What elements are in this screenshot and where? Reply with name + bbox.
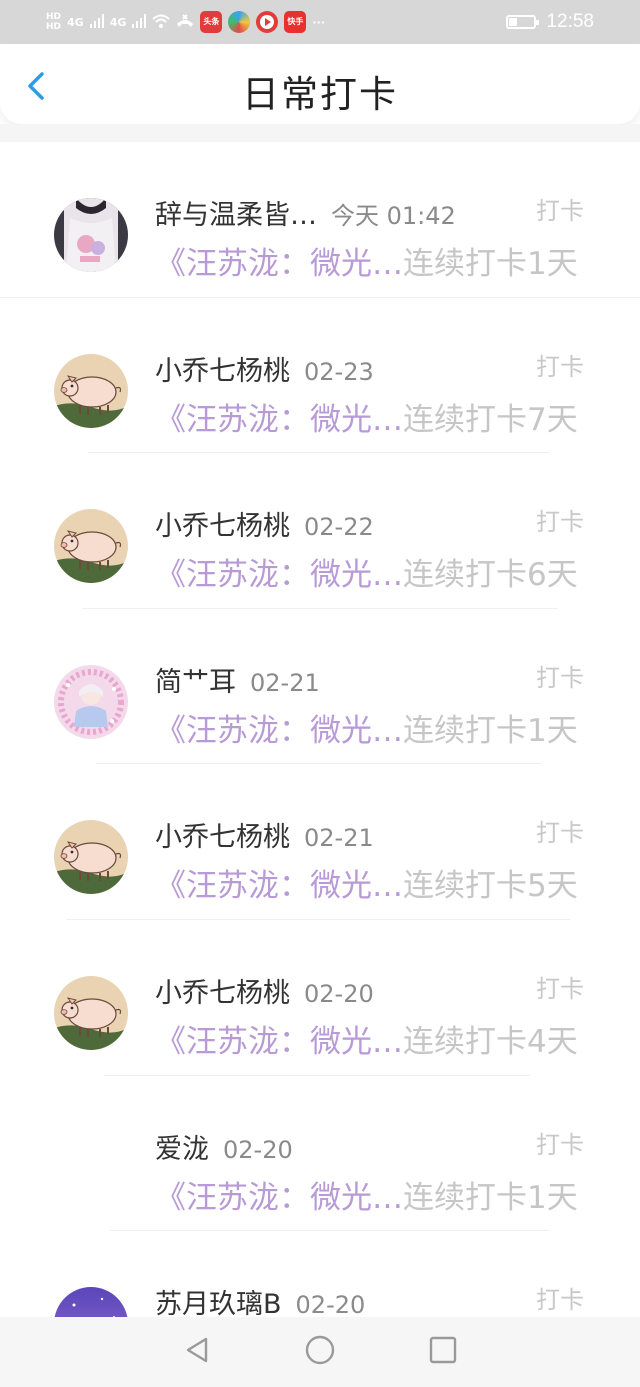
page-title: 日常打卡: [242, 73, 398, 116]
battery-level: [509, 18, 518, 26]
streak-text: 连续打卡1天: [403, 1179, 578, 1216]
avatar[interactable]: [54, 509, 128, 584]
user-name: 小乔七杨桃 02-21: [155, 815, 374, 854]
status-icons-right: 12:58: [506, 0, 594, 44]
triangle-back-icon[interactable]: [182, 1335, 212, 1369]
square-recent-icon[interactable]: [428, 1335, 458, 1369]
signal-4g-icon: 4G: [67, 15, 84, 29]
checkin-action-label[interactable]: 打卡: [536, 813, 584, 848]
checkin-action-label[interactable]: 打卡: [536, 191, 584, 226]
user-name: 简艹耳 02-21: [155, 660, 320, 699]
checkin-action-label[interactable]: 打卡: [536, 502, 584, 537]
user-name-text: 辞与温柔皆…: [155, 200, 317, 231]
list-item[interactable]: 辞与温柔皆… 今天 01:42 打卡《汪苏泷：微光…连续打卡1天: [0, 142, 640, 298]
post-time: 02-20: [295, 1291, 366, 1320]
user-name-text: 小乔七杨桃: [155, 355, 290, 387]
user-name: 爱泷 02-20: [155, 1127, 293, 1166]
book-link[interactable]: 《汪苏泷：微光…: [155, 868, 403, 904]
status-icons-left: HD HD 4G 4G 头条 快手 ···: [46, 6, 325, 38]
list-item[interactable]: 小乔七杨桃 02-22 打卡《汪苏泷：微光…连续打卡6天: [0, 453, 640, 609]
streak-text: 连续打卡1天: [403, 246, 578, 282]
list-item[interactable]: 小乔七杨桃 02-20 打卡《汪苏泷：微光…连续打卡4天: [0, 920, 640, 1076]
list-item[interactable]: 爱泷 02-20 打卡《汪苏泷：微光…连续打卡1天: [0, 1076, 640, 1232]
user-name: 小乔七杨桃 02-23: [155, 349, 374, 388]
toutiao-app-icon: 头条: [200, 11, 223, 33]
signal-bars-icon-2: [132, 13, 147, 32]
top-bar: 日常打卡: [0, 44, 640, 124]
checkin-detail: 《汪苏泷：微光…连续打卡6天: [155, 549, 578, 594]
checkin-action-label[interactable]: 打卡: [536, 658, 584, 693]
clock: 12:58: [546, 11, 594, 32]
user-name-text: 小乔七杨桃: [155, 511, 290, 543]
signal-bars-icon: [89, 13, 104, 32]
post-time: 02-20: [304, 979, 374, 1008]
avatar[interactable]: [54, 198, 128, 272]
browser-app-icon: [228, 11, 251, 33]
checkin-detail: 《汪苏泷：微光…连续打卡1天: [155, 705, 578, 750]
checkin-action-label[interactable]: 打卡: [536, 1125, 584, 1160]
user-name-text: 苏月玖璃B: [155, 1289, 282, 1321]
checkin-action-label[interactable]: 打卡: [536, 1280, 584, 1315]
list-item[interactable]: 小乔七杨桃 02-21 打卡《汪苏泷：微光…连续打卡5天: [0, 764, 640, 920]
user-name-text: 爱泷: [155, 1133, 209, 1165]
kuaishou-app-icon: 快手: [284, 11, 307, 33]
checkin-detail: 《汪苏泷：微光…连续打卡4天: [155, 1016, 578, 1061]
user-name: 苏月玖璃B 02-20: [155, 1282, 365, 1321]
streak-text: 连续打卡4天: [403, 1023, 578, 1060]
avatar[interactable]: [54, 1132, 128, 1206]
status-bar: HD HD 4G 4G 头条 快手 ··· 12:58: [0, 0, 640, 44]
wifi-icon: [152, 13, 171, 32]
streak-text: 连续打卡5天: [403, 868, 578, 905]
book-link[interactable]: 《汪苏泷：微光…: [155, 713, 403, 749]
book-link[interactable]: 《汪苏泷：微光…: [155, 1180, 403, 1216]
user-name: 小乔七杨桃 02-22: [155, 504, 374, 543]
avatar[interactable]: [54, 353, 128, 428]
checkin-detail: 《汪苏泷：微光…连续打卡7天: [155, 394, 578, 439]
missed-call-icon: [176, 13, 194, 32]
checkin-list: 辞与温柔皆… 今天 01:42 打卡 《汪苏泷：微光…连续打卡1天 小乔七杨桃 02-23…: [0, 142, 640, 1387]
post-time: 今天 01:42: [331, 202, 456, 230]
book-link[interactable]: 《汪苏泷：微光…: [155, 246, 403, 282]
book-link[interactable]: 《汪苏泷：微光…: [155, 557, 403, 593]
list-item[interactable]: 简艹耳 02-21 打卡《汪苏泷：微光…连续打卡1天: [0, 609, 640, 765]
post-time: 02-22: [304, 513, 374, 542]
user-name-text: 简艹耳: [155, 666, 236, 698]
checkin-action-label[interactable]: 打卡: [536, 969, 584, 1004]
circle-home-icon[interactable]: [304, 1334, 336, 1370]
signal-4g-icon-2: 4G: [109, 15, 127, 29]
checkin-detail: 《汪苏泷：微光…连续打卡1天: [155, 238, 578, 283]
video-app-icon: [256, 11, 279, 33]
header-spacer: [0, 124, 640, 142]
post-time: 02-21: [304, 824, 374, 853]
battery-icon: [506, 15, 540, 29]
post-time: 02-21: [250, 668, 320, 697]
streak-text: 连续打卡6天: [403, 557, 578, 594]
checkin-action-label[interactable]: 打卡: [536, 347, 584, 382]
book-link[interactable]: 《汪苏泷：微光…: [155, 402, 403, 438]
user-name: 辞与温柔皆… 今天 01:42: [155, 193, 456, 232]
user-name-text: 小乔七杨桃: [155, 977, 290, 1009]
avatar[interactable]: [54, 664, 128, 739]
checkin-detail: 《汪苏泷：微光…连续打卡1天: [155, 1172, 578, 1217]
avatar[interactable]: [54, 820, 128, 895]
checkin-detail: 《汪苏泷：微光…连续打卡5天: [155, 860, 578, 905]
more-notifications-icon: ···: [312, 15, 325, 29]
streak-text: 连续打卡1天: [403, 712, 578, 749]
user-name-text: 小乔七杨桃: [155, 822, 290, 854]
post-time: 02-23: [304, 357, 374, 386]
hd-indicator: HD HD: [46, 12, 62, 32]
user-name: 小乔七杨桃 02-20: [155, 971, 374, 1010]
book-link[interactable]: 《汪苏泷：微光…: [155, 1024, 403, 1060]
list-item[interactable]: 小乔七杨桃 02-23 打卡《汪苏泷：微光…连续打卡7天: [0, 298, 640, 454]
streak-text: 连续打卡7天: [403, 401, 578, 438]
avatar[interactable]: [54, 975, 128, 1050]
system-nav-bar: [0, 1317, 640, 1387]
post-time: 02-20: [223, 1135, 293, 1164]
